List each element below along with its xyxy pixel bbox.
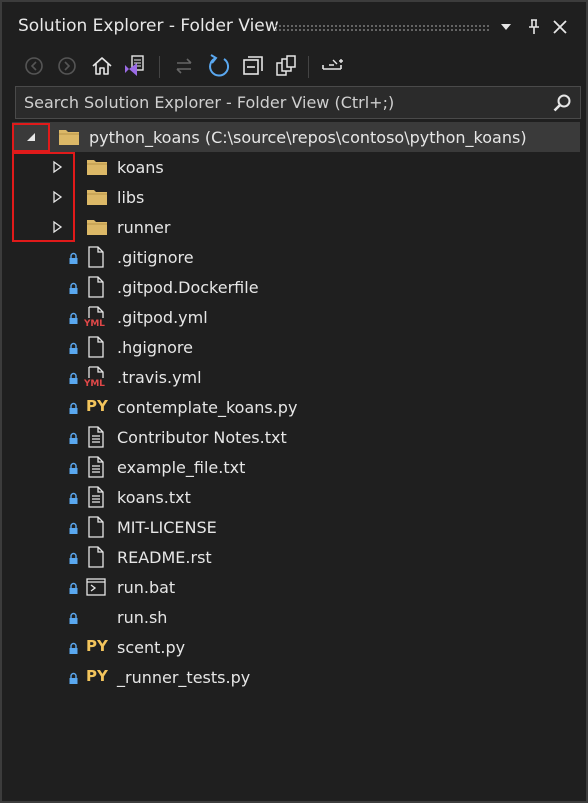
file-row[interactable]: run.bat (12, 572, 580, 602)
lock-icon (68, 250, 79, 269)
toolbar (2, 52, 586, 82)
file-label: _runner_tests.py (117, 668, 251, 687)
yaml-tag: YML (84, 319, 105, 329)
expand-arrow-icon[interactable] (46, 212, 68, 242)
file-row[interactable]: MIT-LICENSE (12, 512, 580, 542)
file-row[interactable]: YML .travis.yml (12, 362, 580, 392)
lock-icon (68, 580, 79, 599)
close-icon[interactable] (549, 14, 571, 40)
folder-icon (86, 188, 108, 210)
properties-icon[interactable] (320, 52, 348, 80)
file-row[interactable]: README.rst (12, 542, 580, 572)
search-input[interactable] (16, 87, 546, 118)
solution-explorer-window: Solution Explorer - Folder View Search S… (0, 0, 588, 803)
lock-icon (68, 550, 79, 569)
file-label: Contributor Notes.txt (117, 428, 287, 447)
search-icon[interactable] (552, 93, 572, 117)
folder-icon (86, 218, 108, 240)
file-label: .gitpod.yml (117, 308, 208, 327)
collapse-arrow-icon[interactable] (20, 122, 42, 152)
batch-file-icon (86, 577, 106, 601)
file-icon (87, 546, 105, 572)
collapse-all-icon[interactable] (239, 52, 267, 80)
lock-icon (68, 400, 79, 419)
forward-icon[interactable] (53, 52, 81, 80)
file-row[interactable]: PY contemplate_koans.py (12, 392, 580, 422)
home-icon[interactable] (88, 52, 116, 80)
file-label: .gitpod.Dockerfile (117, 278, 259, 297)
folder-icon (86, 158, 108, 180)
dropdown-icon[interactable] (495, 14, 517, 40)
text-file-icon (87, 426, 105, 452)
lock-icon (68, 340, 79, 359)
folder-row-runner[interactable]: runner (12, 212, 580, 242)
drag-grip[interactable] (274, 24, 490, 32)
back-icon[interactable] (20, 52, 48, 80)
file-icon (87, 246, 105, 272)
sync-icon[interactable] (170, 52, 198, 80)
file-icon (87, 516, 105, 542)
tree-root[interactable]: python_koans (C:\source\repos\contoso\py… (12, 122, 580, 152)
file-label: run.bat (117, 578, 176, 597)
file-label: koans.txt (117, 488, 191, 507)
file-row[interactable]: .gitignore (12, 242, 580, 272)
folder-label: koans (117, 158, 164, 177)
lock-icon (68, 370, 79, 389)
python-file-icon: PY (86, 637, 108, 655)
file-row[interactable]: PY _runner_tests.py (12, 662, 580, 692)
root-label: python_koans (C:\source\repos\contoso\py… (89, 128, 527, 147)
show-all-files-icon[interactable] (272, 52, 300, 80)
folder-row-koans[interactable]: koans (12, 152, 580, 182)
file-icon (87, 276, 105, 302)
file-row[interactable]: run.sh (12, 602, 580, 632)
expand-arrow-icon[interactable] (46, 182, 68, 212)
lock-icon (68, 310, 79, 329)
search-box (15, 86, 581, 119)
file-label: .travis.yml (117, 368, 202, 387)
lock-icon (68, 640, 79, 659)
file-row[interactable]: .hgignore (12, 332, 580, 362)
folder-icon (58, 128, 80, 150)
lock-icon (68, 610, 79, 629)
text-file-icon (87, 456, 105, 482)
file-label: README.rst (117, 548, 212, 567)
lock-icon (68, 490, 79, 509)
refresh-icon[interactable] (205, 52, 233, 80)
pin-icon[interactable] (523, 14, 545, 40)
folder-row-libs[interactable]: libs (12, 182, 580, 212)
window-title: Solution Explorer - Folder View (18, 16, 279, 36)
python-file-icon: PY (86, 667, 108, 685)
lock-icon (68, 460, 79, 479)
file-label: example_file.txt (117, 458, 246, 477)
file-label: contemplate_koans.py (117, 398, 298, 417)
file-label: .gitignore (117, 248, 194, 267)
file-row[interactable]: koans.txt (12, 482, 580, 512)
lock-icon (68, 280, 79, 299)
file-label: run.sh (117, 608, 168, 627)
expand-arrow-icon[interactable] (46, 152, 68, 182)
file-label: MIT-LICENSE (117, 518, 217, 537)
file-label: scent.py (117, 638, 186, 657)
file-icon (87, 336, 105, 362)
lock-icon (68, 520, 79, 539)
text-file-icon (87, 486, 105, 512)
python-file-icon: PY (86, 397, 108, 415)
file-row[interactable]: Contributor Notes.txt (12, 422, 580, 452)
file-row[interactable]: .gitpod.Dockerfile (12, 272, 580, 302)
file-row[interactable]: YML .gitpod.yml (12, 302, 580, 332)
file-label: .hgignore (117, 338, 193, 357)
folder-label: runner (117, 218, 171, 237)
lock-icon (68, 430, 79, 449)
yaml-tag: YML (84, 379, 105, 389)
file-row[interactable]: example_file.txt (12, 452, 580, 482)
switch-views-icon[interactable] (120, 52, 148, 80)
title-bar: Solution Explorer - Folder View (2, 2, 586, 52)
lock-icon (68, 670, 79, 689)
folder-label: libs (117, 188, 145, 207)
file-row[interactable]: PY scent.py (12, 632, 580, 662)
